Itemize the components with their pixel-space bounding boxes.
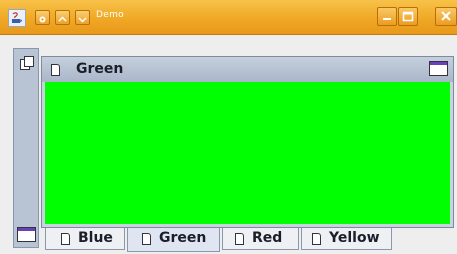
tab-label: Yellow [329, 230, 380, 246]
move-down-button[interactable] [75, 10, 90, 25]
document-icon [235, 233, 244, 245]
tab-label: Blue [78, 230, 113, 246]
document-icon [142, 233, 151, 245]
tab-yellow[interactable]: Yellow [301, 228, 392, 250]
tab-label: Red [252, 230, 283, 246]
document-icon [61, 233, 70, 245]
document-icon [312, 233, 321, 245]
panel-header: Green [42, 57, 453, 82]
move-up-button[interactable] [55, 10, 70, 25]
title-bar[interactable]: Demo [0, 0, 457, 35]
content-panel: Green [41, 56, 454, 228]
panel-maximize-icon[interactable] [429, 61, 448, 76]
sidebar [13, 48, 39, 248]
close-button[interactable] [435, 7, 457, 26]
restore-icon[interactable] [19, 55, 35, 71]
green-content-area [45, 82, 450, 224]
tab-green[interactable]: Green [127, 228, 220, 252]
window-title: Demo [96, 10, 124, 20]
document-icon [51, 64, 60, 76]
maximize-window-icon[interactable] [17, 227, 36, 242]
window-menu-button[interactable] [35, 10, 50, 25]
tab-red[interactable]: Red [222, 228, 299, 250]
tab-blue[interactable]: Blue [45, 228, 125, 250]
app-icon[interactable] [8, 9, 26, 27]
minimize-button[interactable] [377, 7, 397, 26]
panel-title: Green [76, 61, 124, 77]
tab-label: Green [159, 230, 207, 246]
maximize-button[interactable] [398, 7, 418, 26]
